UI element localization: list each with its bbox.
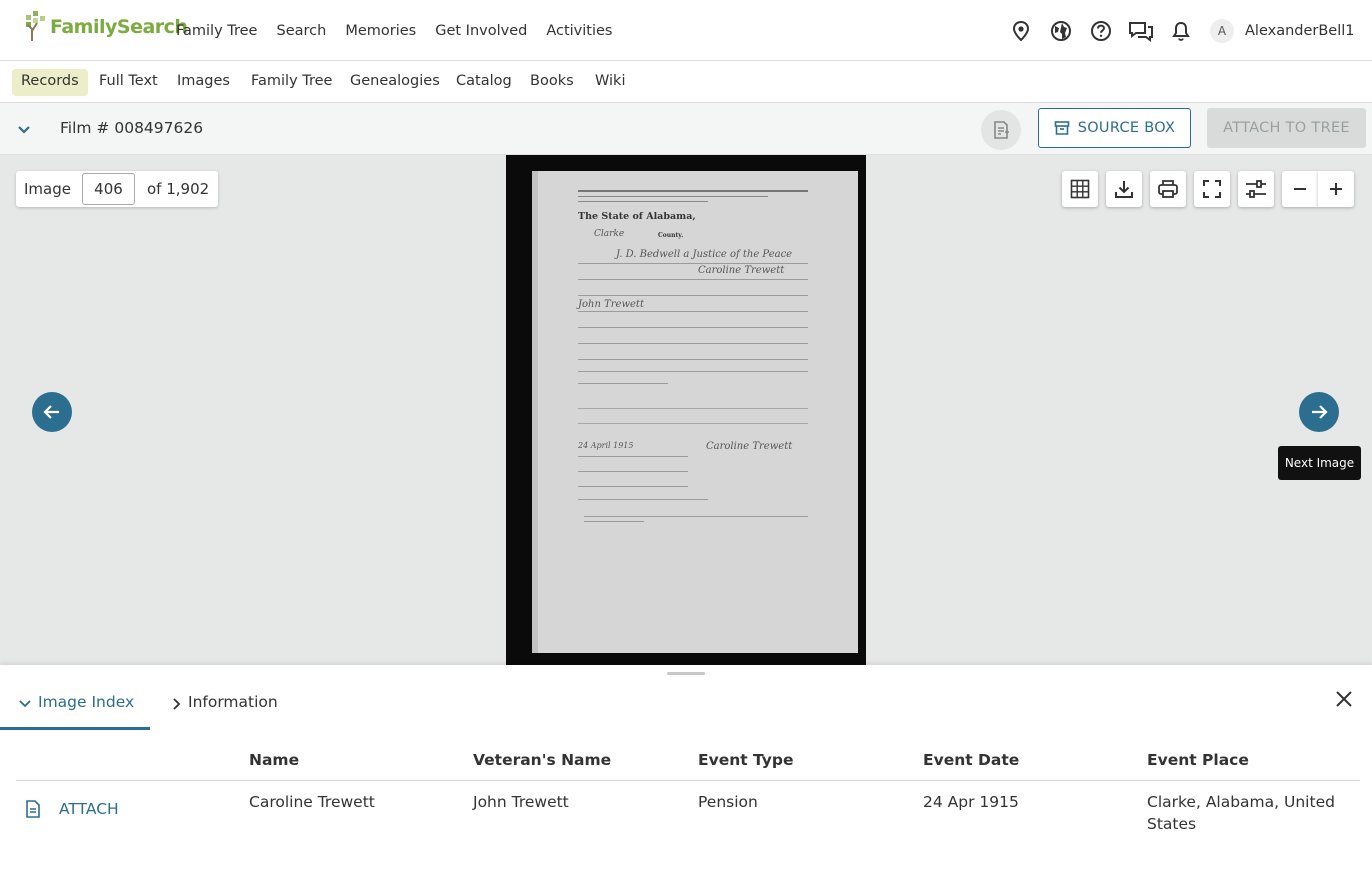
print-icon [1158, 180, 1178, 198]
attach-link[interactable]: ATTACH [25, 800, 119, 818]
doc-date-hand: 24 April 1915 [578, 441, 634, 450]
doc-heading: The State of Alabama, [578, 211, 696, 222]
chat-icon[interactable] [1128, 18, 1154, 44]
download-button[interactable] [1106, 171, 1142, 207]
record-image: The State of Alabama, Clarke County. J. … [532, 171, 858, 653]
zoom-out-button[interactable] [1282, 171, 1318, 207]
fullscreen-icon [1203, 180, 1221, 198]
event-place-line2: States [1147, 815, 1197, 833]
main-nav: Family Tree Search Memories Get Involved… [176, 0, 631, 61]
next-image-tooltip: Next Image [1278, 446, 1361, 480]
image-number-input[interactable] [81, 173, 135, 205]
adjust-image-button[interactable] [1238, 171, 1274, 207]
logo-text: FamilySearch [50, 16, 188, 38]
doc-justice-hand: J. D. Bedwell a Justice of the Peace [616, 249, 793, 260]
nav-get-involved[interactable]: Get Involved [435, 23, 527, 39]
attach-to-tree-button[interactable]: ATTACH TO TREE [1207, 108, 1366, 148]
tab-image-index[interactable]: Image Index [0, 693, 150, 730]
index-table-header: Name Veteran's Name Event Type Event Dat… [16, 751, 1360, 781]
cell-event-place: Clarke, Alabama, United States [1147, 791, 1335, 835]
subnav-genealogies[interactable]: Genealogies [341, 69, 449, 96]
nav-memories[interactable]: Memories [345, 23, 416, 39]
plus-icon [1330, 183, 1342, 195]
nav-search[interactable]: Search [276, 23, 326, 39]
add-note-button[interactable] [981, 110, 1021, 150]
nav-activities[interactable]: Activities [546, 23, 612, 39]
zoom-in-button[interactable] [1318, 171, 1354, 207]
grid-view-button[interactable] [1062, 171, 1098, 207]
image-label: Image [24, 180, 71, 198]
tree-logo-icon [26, 11, 45, 41]
tab-image-index-label: Image Index [38, 693, 135, 711]
doc-county-hand: Clarke [594, 229, 625, 239]
previous-image-button[interactable] [32, 392, 72, 432]
avatar[interactable]: A [1210, 19, 1234, 43]
subnav-catalog[interactable]: Catalog [447, 69, 521, 96]
bell-icon[interactable] [1168, 18, 1194, 44]
next-image-button[interactable] [1299, 392, 1339, 432]
help-icon[interactable] [1088, 18, 1114, 44]
username[interactable]: AlexanderBell1 [1245, 23, 1355, 39]
doc-county-label: County. [658, 232, 684, 239]
arrow-left-icon [43, 405, 59, 419]
fullscreen-button[interactable] [1194, 171, 1230, 207]
col-event-date: Event Date [923, 751, 1020, 769]
image-viewer[interactable]: The State of Alabama, Clarke County. J. … [0, 155, 1372, 665]
col-name: Name [249, 751, 300, 769]
chevron-right-icon [173, 698, 181, 710]
familysearch-logo[interactable]: FamilySearch [24, 11, 188, 43]
download-icon [1115, 181, 1133, 198]
records-subnav: Records Full Text Images Family Tree Gen… [0, 61, 1372, 103]
source-box-button[interactable]: SOURCE BOX [1038, 108, 1191, 148]
chevron-down-icon[interactable] [14, 119, 34, 139]
cell-event-date: 24 Apr 1915 [923, 793, 1019, 811]
panel-drag-handle[interactable] [667, 672, 705, 675]
event-place-line1: Clarke, Alabama, United [1147, 793, 1335, 811]
sliders-icon [1246, 180, 1266, 198]
subnav-full-text[interactable]: Full Text [90, 69, 167, 96]
subnav-images[interactable]: Images [168, 69, 239, 96]
attach-label: ATTACH [59, 800, 119, 818]
viewer-toolbar [1062, 171, 1354, 207]
archive-box-icon [1054, 121, 1070, 135]
globe-icon[interactable] [1048, 18, 1074, 44]
image-index-panel: Image Index Information Name Veteran's N… [0, 665, 1372, 887]
nav-family-tree[interactable]: Family Tree [176, 23, 257, 39]
arrow-right-icon [1312, 405, 1328, 419]
tab-information[interactable]: Information [168, 693, 278, 730]
subnav-family-tree[interactable]: Family Tree [242, 69, 341, 96]
document-icon [26, 800, 40, 818]
note-icon [994, 121, 1009, 139]
doc-signature-hand: Caroline Trewett [706, 441, 793, 452]
close-panel-icon[interactable] [1333, 688, 1355, 710]
tab-information-label: Information [188, 693, 278, 711]
film-title: Film # 008497626 [60, 119, 204, 137]
cell-veteran: John Trewett [473, 793, 569, 811]
doc-veteran-hand: John Trewett [578, 299, 644, 310]
header-icons: A AlexanderBell1 [1008, 18, 1355, 44]
print-button[interactable] [1150, 171, 1186, 207]
minus-icon [1294, 188, 1306, 190]
doc-name-hand: Caroline Trewett [698, 265, 785, 276]
location-pin-icon[interactable] [1008, 18, 1034, 44]
source-box-label: SOURCE BOX [1077, 120, 1176, 136]
cell-name: Caroline Trewett [249, 793, 375, 811]
chevron-down-icon [19, 700, 31, 708]
col-event-place: Event Place [1147, 751, 1249, 769]
subnav-records[interactable]: Records [12, 69, 88, 96]
subnav-wiki[interactable]: Wiki [586, 69, 634, 96]
top-navigation: FamilySearch Family Tree Search Memories… [0, 0, 1372, 61]
cell-event-type: Pension [698, 793, 758, 811]
subnav-books[interactable]: Books [521, 69, 583, 96]
image-total: of 1,902 [146, 180, 210, 198]
grid-icon [1070, 179, 1090, 199]
col-event-type: Event Type [698, 751, 794, 769]
film-bar: Film # 008497626 SOURCE BOX ATTACH TO TR… [0, 103, 1372, 155]
image-counter: Image of 1,902 [16, 171, 218, 207]
col-veteran-name: Veteran's Name [473, 751, 612, 769]
